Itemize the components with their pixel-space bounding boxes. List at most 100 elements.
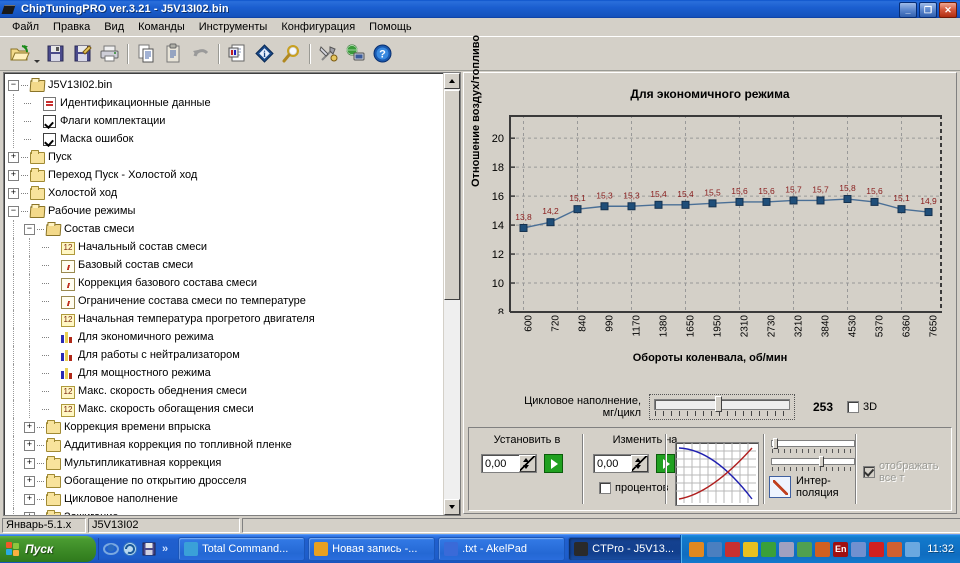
tree-item[interactable]: Для экономичного режима [8, 328, 448, 346]
tree-expand-button[interactable]: + [24, 439, 35, 451]
parameter-tree[interactable]: − J5V13I02.bin Идентификационные данные Фла… [4, 73, 448, 515]
window-icon[interactable] [905, 541, 921, 557]
tree-item[interactable]: − Рабочие режимы [8, 202, 448, 220]
quick-launch-overflow[interactable]: » [160, 543, 170, 555]
notepad-icon[interactable] [887, 541, 903, 557]
change-by-input[interactable]: 0,00 [593, 454, 649, 473]
set-to-spinner[interactable] [519, 455, 536, 472]
tree-item[interactable]: Для мощностного режима [8, 364, 448, 382]
taskbar-clock[interactable]: 11:32 [927, 543, 954, 555]
scrollbar-thumb[interactable] [444, 90, 460, 300]
tree-item[interactable]: Для работы с нейтрализатором [8, 346, 448, 364]
menu-tools[interactable]: Инструменты [192, 19, 275, 35]
percent-checkbox[interactable] [599, 482, 611, 494]
tree-collapse-button[interactable]: − [24, 223, 35, 235]
display-icon[interactable] [815, 541, 831, 557]
interpolation-slider-2[interactable] [769, 456, 857, 472]
tree-item[interactable]: + Цикловое наполнение [8, 490, 448, 508]
network-disconnected-icon[interactable] [725, 541, 741, 557]
menu-configuration[interactable]: Конфигурация [274, 19, 362, 35]
update-icon[interactable] [851, 541, 867, 557]
tree-expand-button[interactable]: + [8, 169, 19, 181]
tree-item[interactable]: + Пуск [8, 148, 448, 166]
menu-view[interactable]: Вид [97, 19, 131, 35]
tree-expand-button[interactable]: + [8, 151, 19, 163]
save-icon[interactable] [42, 41, 68, 67]
menu-help[interactable]: Помощь [362, 19, 419, 35]
change-by-spinner[interactable] [631, 455, 648, 472]
tree-collapse-button[interactable]: − [8, 79, 19, 91]
tools-icon[interactable] [315, 41, 341, 67]
tree-item[interactable]: +Зажигание [8, 508, 448, 515]
open-dropdown-arrow[interactable] [33, 37, 41, 71]
scroll-down-arrow[interactable] [444, 499, 460, 515]
help-icon[interactable]: ? [369, 41, 395, 67]
network-icon[interactable] [342, 41, 368, 67]
tree-expand-button[interactable]: + [24, 457, 35, 469]
set-to-input[interactable]: 0,00 [481, 454, 537, 473]
tree-item[interactable]: 12 Макс. скорость обогащения смеси [8, 400, 448, 418]
interpolation-button[interactable] [769, 476, 791, 498]
read-file-icon[interactable] [224, 41, 250, 67]
taskbar-task[interactable]: .txt - AkelPad [438, 537, 566, 561]
tree-item[interactable]: + Мультипликативная коррекция [8, 454, 448, 472]
java-icon[interactable] [689, 541, 705, 557]
info-icon[interactable]: i [251, 41, 277, 67]
opera-icon[interactable] [779, 541, 795, 557]
tree-item[interactable]: Базовый состав смеси [8, 256, 448, 274]
save-as-icon[interactable] [69, 41, 95, 67]
save-icon[interactable] [141, 541, 157, 557]
slider-thumb[interactable] [773, 438, 778, 449]
tree-item[interactable]: + Аддитивная коррекция по топливной пленк… [8, 436, 448, 454]
tree-item[interactable]: Коррекция базового состава смеси [8, 274, 448, 292]
tree-collapse-button[interactable]: − [8, 205, 19, 217]
taskbar-task[interactable]: CTPro - J5V13... [568, 537, 696, 561]
tree-item[interactable]: + Переход Пуск - Холостой ход [8, 166, 448, 184]
undo-icon[interactable] [187, 41, 213, 67]
tree-item[interactable]: − Состав смеси [8, 220, 448, 238]
threed-checkbox[interactable] [847, 401, 859, 413]
tree-item[interactable]: − J5V13I02.bin [8, 76, 448, 94]
slider-thumb[interactable] [819, 456, 824, 467]
tree-item[interactable]: + Коррекция времени впрыска [8, 418, 448, 436]
start-button[interactable]: Пуск [0, 536, 96, 562]
menu-file[interactable]: Файл [5, 19, 46, 35]
copy-icon[interactable] [133, 41, 159, 67]
close-button[interactable]: ✕ [939, 2, 957, 18]
chart-plot-area[interactable]: 8 10 12 14 16 18 20 13,8 14,2 15,1 15,3 15,3 15,4 15,… [470, 113, 942, 314]
volume-icon[interactable] [869, 541, 885, 557]
search-icon[interactable] [278, 41, 304, 67]
tree-item[interactable]: Идентификационные данные [8, 94, 448, 112]
interpolation-slider-1[interactable] [769, 438, 857, 454]
menu-edit[interactable]: Правка [46, 19, 97, 35]
slider-thumb[interactable] [715, 396, 722, 412]
tree-vertical-scrollbar[interactable] [443, 73, 460, 515]
shield-icon[interactable] [797, 541, 813, 557]
refresh-icon[interactable] [122, 541, 138, 557]
tree-item[interactable]: 12 Начальный состав смеси [8, 238, 448, 256]
language-indicator-icon[interactable]: En [833, 541, 849, 557]
taskbar-task[interactable]: Total Command... [178, 537, 306, 561]
scroll-up-arrow[interactable] [444, 73, 460, 89]
paste-icon[interactable] [160, 41, 186, 67]
tree-expand-button[interactable]: + [24, 475, 35, 487]
punto-switcher-icon[interactable] [743, 541, 759, 557]
tree-item[interactable]: Ограничение состава смеси по температуре [8, 292, 448, 310]
utorrent-icon[interactable] [761, 541, 777, 557]
set-to-apply-button[interactable] [544, 454, 563, 473]
tree-item[interactable]: 12 Макс. скорость обеднения смеси [8, 382, 448, 400]
internet-explorer-icon[interactable] [103, 541, 119, 557]
maximize-button[interactable]: ❐ [919, 2, 937, 18]
network-icon[interactable] [707, 541, 723, 557]
cyclic-fill-slider[interactable] [649, 394, 795, 420]
taskbar-task[interactable]: Новая запись -... [308, 537, 436, 561]
tree-expand-button[interactable]: + [8, 187, 19, 199]
print-icon[interactable] [96, 41, 122, 67]
minimize-button[interactable]: _ [899, 2, 917, 18]
tree-item[interactable]: 12 Начальная температура прогретого двига… [8, 310, 448, 328]
tree-item[interactable]: + Холостой ход [8, 184, 448, 202]
tree-item[interactable]: + Обогащение по открытию дросселя [8, 472, 448, 490]
open-icon[interactable] [6, 41, 32, 67]
menu-commands[interactable]: Команды [131, 19, 192, 35]
curve-preview[interactable] [675, 442, 759, 506]
